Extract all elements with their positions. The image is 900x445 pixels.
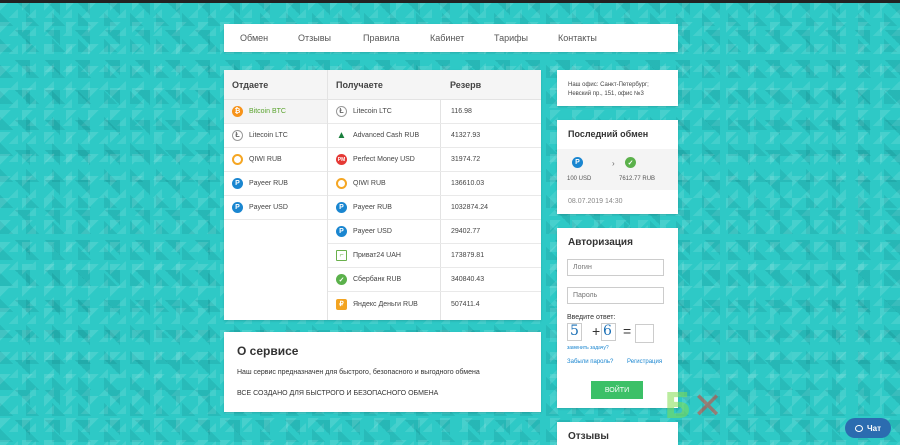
get-item-sberbank[interactable]: ✓ Сбербанк RUB 340840.43 [328,268,541,292]
get-item-label: Litecoin LTC [353,108,392,115]
payeer-icon: P [336,202,347,213]
give-item-payeer-rub[interactable]: P Payeer RUB [224,172,327,196]
get-item-label: Яндекс Деньги RUB [353,300,418,308]
reserve-value: 136610.03 [451,180,485,187]
give-item-payeer-usd[interactable]: P Payeer USD [224,196,327,220]
last-exchange-box: P › ✓ 100 USD 7612.77 RUB [557,149,678,190]
header-reserve: Резерв [450,80,482,90]
give-item-qiwi[interactable]: QIWI RUB [224,148,327,172]
qiwi-icon [336,178,347,189]
give-item-label: Payeer RUB [249,180,288,187]
password-input[interactable] [567,287,664,304]
login-input[interactable] [567,259,664,276]
reserve-value: 507411.4 [451,300,480,308]
last-exchange-title: Последний обмен [568,129,649,139]
reserve-value: 173879.81 [451,252,485,259]
about-text: Наш сервис предназначен для быстрого, бе… [237,369,480,376]
reserve-value: 41327.93 [451,132,481,139]
about-section: О сервисе Наш сервис предназначен для бы… [224,332,541,412]
reserve-value: 31974.72 [451,156,481,163]
get-item-ltc[interactable]: Ł Litecoin LTC 116.98 [328,100,541,124]
office-address: Наш офис: Санкт-Петербург; Невский пр., … [557,70,678,106]
get-item-privat24[interactable]: ⌐ Приват24 UAH 173879.81 [328,244,541,268]
watermark-logo: Б✕ [664,386,724,427]
captcha-number-b: 6 [603,323,612,339]
reviews-title: Отзывы [568,431,609,442]
get-item-label: Payeer RUB [353,204,392,211]
get-item-label: Сбербанк RUB [353,276,402,283]
yandex-money-icon: ₽ [336,298,347,310]
chat-button[interactable]: Чат [845,418,891,438]
from-amount: 100 USD [567,176,592,182]
give-item-label: Payeer USD [249,204,288,211]
register-link[interactable]: Регистрация [627,359,662,365]
captcha-equals: = [623,323,632,339]
give-item-label: Litecoin LTC [249,132,288,139]
advcash-icon: ▲ [336,130,347,141]
captcha-question: Введите ответ: [567,314,616,321]
last-exchange-widget: Последний обмен P › ✓ 100 USD 7612.77 RU… [557,120,678,214]
header-give: Отдаете [232,80,269,90]
privat24-icon: ⌐ [336,250,347,261]
arrow-right-icon: › [612,159,615,168]
give-item-ltc[interactable]: Ł Litecoin LTC [224,124,327,148]
get-item-payeer-usd[interactable]: P Payeer USD 29402.77 [328,220,541,244]
about-tagline: ВСЕ СОЗДАНО ДЛЯ БЫСТРОГО И БЕЗОПАСНОГО О… [237,390,439,397]
qiwi-icon [232,154,243,165]
auth-title: Авторизация [568,237,633,248]
get-item-qiwi[interactable]: QIWI RUB 136610.03 [328,172,541,196]
nav-reviews[interactable]: Отзывы [298,33,331,43]
to-amount: 7612.77 RUB [619,176,656,182]
payeer-icon: P [232,202,243,213]
get-item-payeer-rub[interactable]: P Payeer RUB 1032874.24 [328,196,541,220]
captcha-number-a: 5 [570,323,579,339]
get-item-label: Payeer USD [353,228,392,235]
chat-label: Чат [867,423,881,433]
reserve-value: 340840.43 [451,276,485,283]
get-item-label: Advanced Cash RUB [353,132,420,139]
nav-tariffs[interactable]: Тарифы [494,33,528,43]
captcha-plus: + [592,323,601,339]
top-bar [0,0,900,3]
nav-cabinet[interactable]: Кабинет [430,33,464,43]
litecoin-icon: Ł [232,130,243,141]
reserve-value: 116.98 [451,108,472,115]
get-item-advcash[interactable]: ▲ Advanced Cash RUB 41327.93 [328,124,541,148]
perfect-money-icon: PM [336,154,347,165]
get-item-yandex[interactable]: ₽ Яндекс Деньги RUB 507411.4 [328,292,541,316]
main-nav: Обмен Отзывы Правила Кабинет Тарифы Конт… [224,24,678,52]
nav-contacts[interactable]: Контакты [558,33,597,43]
sberbank-icon: ✓ [336,274,347,285]
give-item-label: Bitcoin BTC [249,108,286,115]
forgot-password-link[interactable]: Забыли пароль? [567,359,613,365]
get-item-label: Perfect Money USD [353,156,415,163]
exchange-table: Отдаете Получаете Резерв ₿ Bitcoin BTC Ł… [224,70,541,320]
get-item-label: Приват24 UAH [353,252,401,259]
login-button[interactable]: ВОЙТИ [591,381,643,399]
reserve-value: 1032874.24 [451,204,488,211]
litecoin-icon: Ł [336,106,347,117]
reserve-value: 29402.77 [451,228,481,235]
payeer-icon: P [336,226,347,237]
payeer-icon: P [572,157,583,168]
bitcoin-icon: ₿ [232,106,243,117]
exchange-header: Отдаете Получаете Резерв [224,70,541,100]
header-get: Получаете [336,80,383,90]
give-item-label: QIWI RUB [249,156,282,163]
nav-exchange[interactable]: Обмен [240,33,268,43]
auth-widget: Авторизация Введите ответ: 5 + 6 = замен… [557,228,678,408]
about-title: О сервисе [237,344,299,358]
reviews-widget: Отзывы [557,422,678,445]
get-item-label: QIWI RUB [353,180,386,187]
change-captcha-link[interactable]: заменить задачу? [567,345,609,351]
nav-rules[interactable]: Правила [363,33,400,43]
payeer-icon: P [232,178,243,189]
sberbank-icon: ✓ [625,157,636,168]
chat-bubble-icon [855,424,863,432]
last-exchange-date: 08.07.2019 14:30 [568,198,623,205]
give-item-btc[interactable]: ₿ Bitcoin BTC [224,100,327,124]
get-item-perfect-money[interactable]: PM Perfect Money USD 31974.72 [328,148,541,172]
captcha-answer-input[interactable] [635,324,654,343]
